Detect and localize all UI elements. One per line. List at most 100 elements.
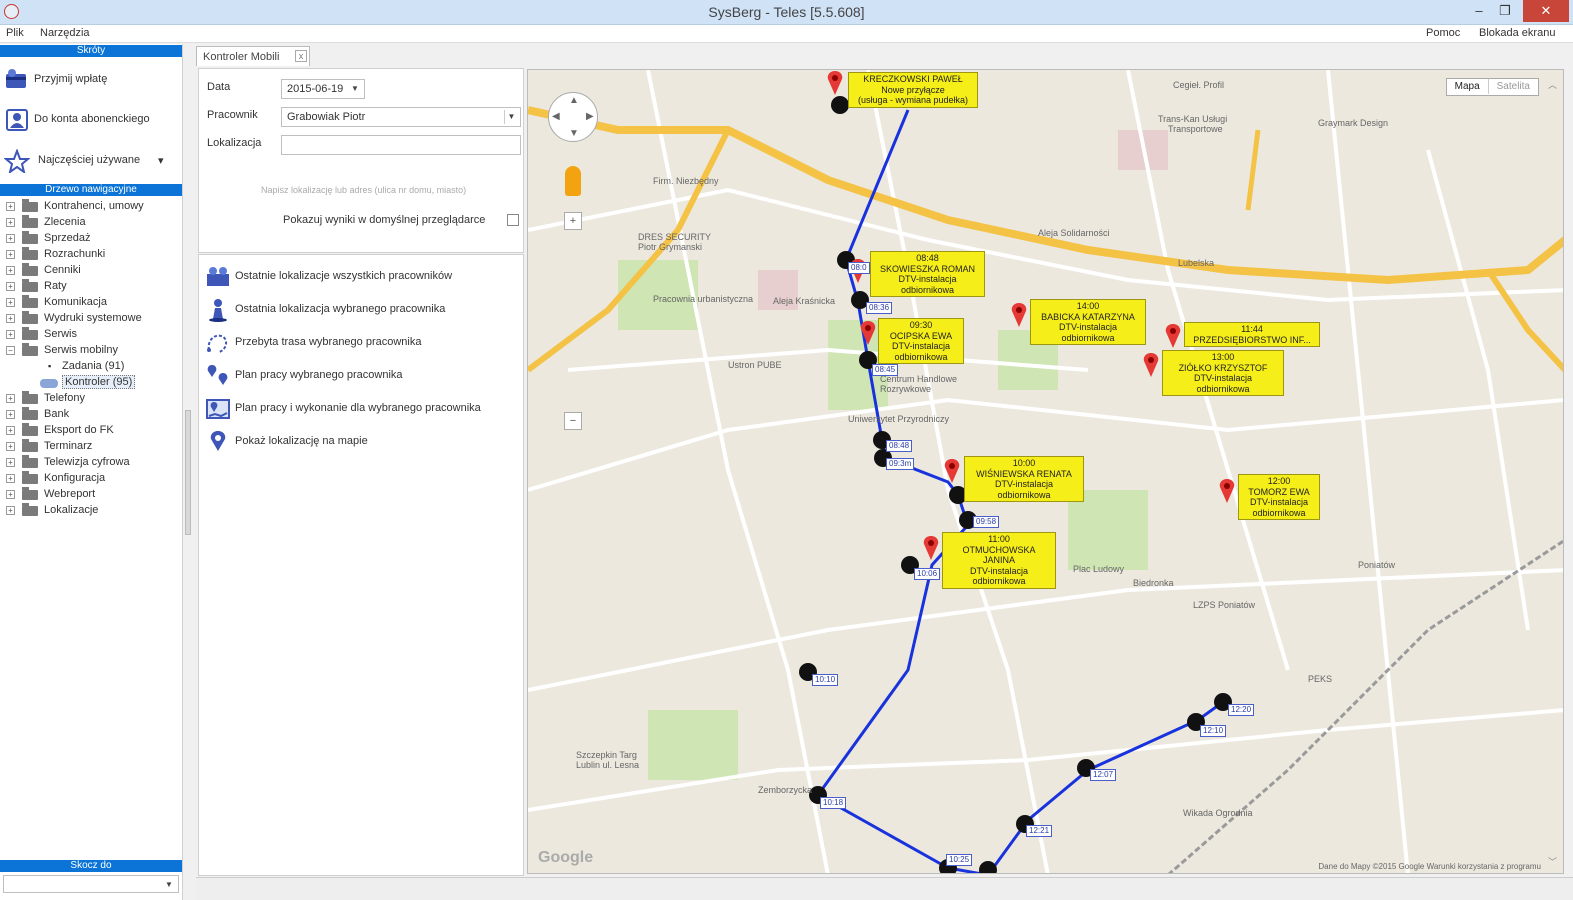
minimize-button[interactable]: –: [1466, 0, 1492, 22]
tab-kontroler-mobili[interactable]: Kontroler Mobili x: [196, 46, 310, 66]
map-view[interactable]: Cegieł. Profil Trans-Kan Usługi Transpor…: [527, 69, 1564, 874]
restore-button[interactable]: ❐: [1492, 0, 1518, 22]
expand-icon[interactable]: +: [6, 266, 15, 275]
expand-icon[interactable]: +: [6, 394, 15, 403]
pan-left-icon[interactable]: ◀: [552, 111, 560, 122]
action-all-employees-locations[interactable]: Ostatnie lokalizacje wszystkich pracowni…: [203, 261, 521, 291]
close-icon[interactable]: x: [295, 50, 307, 62]
location-pin-icon[interactable]: [1218, 478, 1236, 504]
pegman-icon[interactable]: [565, 166, 581, 196]
location-pin-icon[interactable]: [826, 70, 844, 96]
menu-narzedzia[interactable]: Narzędzia: [40, 27, 90, 39]
location-pin-icon[interactable]: [1142, 352, 1160, 378]
pan-down-icon[interactable]: ▼: [569, 128, 579, 139]
subscriber-account-icon: [6, 109, 28, 131]
scroll-up-icon[interactable]: ︿: [1548, 78, 1557, 91]
job-callout[interactable]: KRECZKOWSKI PAWEŁ Nowe przyłącze (usługa…: [848, 72, 978, 108]
expand-icon[interactable]: +: [6, 330, 15, 339]
action-plan-and-execution[interactable]: Plan pracy i wykonanie dla wybranego pra…: [203, 393, 521, 423]
chevron-down-icon[interactable]: ▾: [158, 154, 164, 167]
location-pin-icon[interactable]: [1010, 302, 1028, 328]
menu-pomoc[interactable]: Pomoc: [1426, 27, 1460, 39]
location-pin-icon[interactable]: [859, 320, 877, 346]
tree-item[interactable]: + Webreport: [6, 487, 182, 503]
tree-item[interactable]: + Wydruki systemowe: [6, 311, 182, 327]
location-pin-icon[interactable]: [922, 535, 940, 561]
expand-icon[interactable]: +: [6, 250, 15, 259]
job-callout[interactable]: 11:00 OTMUCHOWSKA JANINA DTV-instalacja …: [942, 532, 1056, 589]
location-pin-icon[interactable]: [943, 458, 961, 484]
location-input[interactable]: [281, 135, 521, 155]
default-browser-checkbox[interactable]: [507, 214, 519, 226]
zoom-out-button[interactable]: −: [564, 412, 582, 430]
expand-icon[interactable]: +: [6, 474, 15, 483]
job-callout[interactable]: 12:00 TOMORZ EWA DTV-instalacja odbiorni…: [1238, 474, 1320, 520]
date-picker[interactable]: 2015-06-19 ▼: [281, 79, 365, 99]
scroll-down-icon[interactable]: ﹀: [1548, 855, 1557, 868]
expand-icon[interactable]: +: [6, 426, 15, 435]
expand-icon[interactable]: +: [6, 314, 15, 323]
folder-icon: [22, 311, 38, 324]
sidebar-scrollbar[interactable]: [185, 410, 191, 535]
tree-item-kontroler[interactable]: Kontroler (95): [40, 375, 180, 391]
tree-item[interactable]: + Raty: [6, 279, 182, 295]
tree-item[interactable]: + Telewizja cyfrowa: [6, 455, 182, 471]
zoom-in-button[interactable]: +: [564, 212, 582, 230]
expand-icon[interactable]: +: [6, 298, 15, 307]
tree-item[interactable]: + Cenniki: [6, 263, 182, 279]
action-work-plan[interactable]: Plan pracy wybranego pracownika: [203, 360, 521, 390]
tree-item-zadania[interactable]: ▪ Zadania (91): [48, 359, 178, 375]
chevron-down-icon[interactable]: ▼: [162, 878, 176, 892]
tree-item-serwis-mobilny[interactable]: − Serwis mobilny: [6, 343, 182, 359]
tree-item[interactable]: + Kontrahenci, umowy: [6, 199, 182, 215]
expand-icon[interactable]: +: [6, 442, 15, 451]
action-employee-last-location[interactable]: Ostatnia lokalizacja wybranego pracownik…: [203, 294, 521, 324]
tree-item[interactable]: + Lokalizacje: [6, 503, 182, 519]
employee-select[interactable]: Grabowiak Piotr ▼: [281, 107, 521, 127]
job-callout[interactable]: 13:00 ZIÓŁKO KRZYSZTOF DTV-instalacja od…: [1162, 350, 1284, 396]
action-employee-route[interactable]: Przebyta trasa wybranego pracownika: [203, 327, 521, 357]
chevron-down-icon[interactable]: ▼: [504, 110, 518, 124]
pan-up-icon[interactable]: ▲: [569, 95, 579, 106]
map-scrollbar[interactable]: ︿ ﹀: [1547, 78, 1561, 868]
close-button[interactable]: ✕: [1523, 0, 1569, 22]
pan-right-icon[interactable]: ▶: [586, 111, 594, 122]
action-show-on-map[interactable]: Pokaż lokalizację na mapie: [203, 426, 521, 456]
quick-action-payment[interactable]: Przyjmij wpłatę: [4, 66, 180, 94]
chevron-down-icon[interactable]: ▼: [348, 82, 362, 96]
quick-action-subscriber-account[interactable]: Do konta abonenckiego: [4, 106, 180, 134]
job-callout[interactable]: 09:30 OCIPSKA EWA DTV-instalacja odbiorn…: [878, 318, 964, 364]
expand-icon[interactable]: +: [6, 490, 15, 499]
tree-item[interactable]: + Rozrachunki: [6, 247, 182, 263]
menu-blokada-ekranu[interactable]: Blokada ekranu: [1479, 27, 1555, 39]
tree-item[interactable]: + Telefony: [6, 391, 182, 407]
tree-item[interactable]: + Eksport do FK: [6, 423, 182, 439]
quick-action-most-used[interactable]: Najczęściej używane ▾: [4, 147, 180, 175]
collapse-icon[interactable]: −: [6, 346, 15, 355]
skocz-do-select[interactable]: ▼: [3, 875, 179, 893]
expand-icon[interactable]: +: [6, 458, 15, 467]
pan-control[interactable]: ▲ ▼ ◀ ▶: [548, 92, 598, 142]
tree-item[interactable]: + Zlecenia: [6, 215, 182, 231]
map-type-satelita[interactable]: Satelita: [1487, 79, 1538, 94]
tree-item[interactable]: + Komunikacja: [6, 295, 182, 311]
tree-item[interactable]: + Sprzedaż: [6, 231, 182, 247]
location-pin-icon[interactable]: [1164, 323, 1182, 349]
job-callout[interactable]: 14:00 BABICKA KATARZYNA DTV-instalacja o…: [1030, 299, 1146, 345]
job-callout[interactable]: 10:00 WIŚNIEWSKA RENATA DTV-instalacja o…: [964, 456, 1084, 502]
expand-icon[interactable]: +: [6, 234, 15, 243]
tree-item[interactable]: + Konfiguracja: [6, 471, 182, 487]
job-callout[interactable]: 11:44 PRZEDSIĘBIORSTWO INF...: [1184, 322, 1320, 347]
tree-item[interactable]: + Serwis: [6, 327, 182, 343]
expand-icon[interactable]: +: [6, 506, 15, 515]
job-callout[interactable]: 08:48 SKOWIESZKA ROMAN DTV-instalacja od…: [870, 251, 985, 297]
map-copyright[interactable]: Dane do Mapy ©2015 Google Warunki korzys…: [1318, 862, 1541, 871]
map-type-mapa[interactable]: Mapa: [1447, 79, 1488, 94]
expand-icon[interactable]: +: [6, 282, 15, 291]
expand-icon[interactable]: +: [6, 218, 15, 227]
menu-plik[interactable]: Plik: [6, 27, 24, 39]
expand-icon[interactable]: +: [6, 202, 15, 211]
tree-item[interactable]: + Bank: [6, 407, 182, 423]
tree-item[interactable]: + Terminarz: [6, 439, 182, 455]
expand-icon[interactable]: +: [6, 410, 15, 419]
